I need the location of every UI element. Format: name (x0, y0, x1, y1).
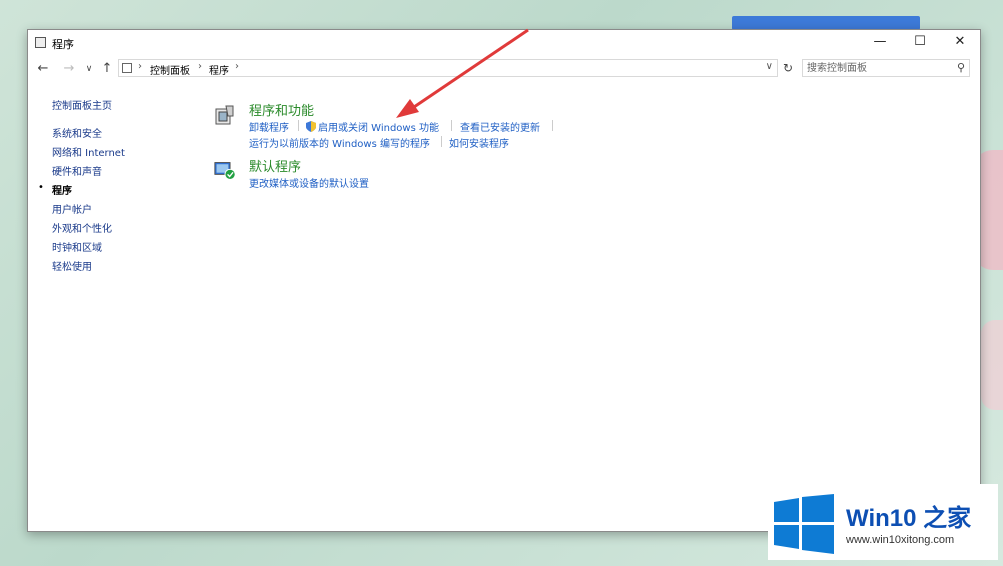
default-programs-icon (214, 162, 236, 180)
task-windows-features[interactable]: 启用或关闭 Windows 功能 (306, 119, 439, 134)
task-run-older-programs[interactable]: 运行为以前版本的 Windows 编写的程序 (249, 135, 430, 150)
link-divider (441, 136, 442, 147)
current-item-bullet: • (38, 182, 44, 193)
nav-item-system-security[interactable]: 系统和安全 (52, 125, 102, 140)
address-bar[interactable]: › 控制面板 › 程序 › ∨ (118, 59, 778, 77)
uac-shield-icon (306, 121, 316, 132)
brand-name: Win10 之家 (846, 505, 972, 532)
control-panel-home-link[interactable]: 控制面板主页 (52, 97, 112, 112)
control-panel-window: 程序 — ☐ ✕ ← → ∨ ↑ › 控制面板 › 程序 › ∨ ↻ ⚲ 控制面… (27, 29, 981, 532)
close-button[interactable]: ✕ (940, 30, 980, 55)
link-divider (451, 120, 452, 131)
maximize-button[interactable]: ☐ (900, 30, 940, 55)
nav-item-programs: 程序 (52, 186, 72, 197)
title-bar[interactable]: 程序 — ☐ ✕ (28, 30, 980, 55)
nav-item-user-accounts[interactable]: 用户帐户 (52, 201, 92, 216)
back-button[interactable]: ← (34, 59, 52, 79)
brand-url: www.win10xitong.com (846, 534, 955, 546)
breadcrumb-programs[interactable]: 程序 (209, 62, 229, 77)
programs-features-icon (215, 105, 234, 125)
forward-button[interactable]: → (60, 59, 78, 79)
nav-item-network-internet[interactable]: 网络和 Internet (52, 144, 125, 159)
nav-item-ease-of-access[interactable]: 轻松使用 (52, 258, 92, 273)
task-view-installed-updates[interactable]: 查看已安装的更新 (460, 119, 540, 134)
category-title-programs-features[interactable]: 程序和功能 (249, 100, 314, 119)
address-dropdown-button[interactable]: ∨ (766, 61, 773, 72)
breadcrumb-separator: › (138, 61, 142, 72)
background-window-titlebar (732, 16, 920, 30)
window-title: 程序 (52, 38, 74, 51)
task-windows-features-label: 启用或关闭 Windows 功能 (318, 123, 439, 134)
task-uninstall-program[interactable]: 卸载程序 (249, 119, 289, 134)
recent-locations-button[interactable]: ∨ (80, 59, 98, 79)
link-divider (552, 120, 553, 131)
breadcrumb-separator: › (235, 61, 239, 72)
search-box[interactable]: ⚲ (802, 59, 970, 77)
task-change-default-settings[interactable]: 更改媒体或设备的默认设置 (249, 175, 369, 190)
win10-watermark: Win10 之家 www.win10xitong.com (768, 484, 998, 560)
navigation-bar: ← → ∨ ↑ › 控制面板 › 程序 › ∨ ↻ ⚲ (28, 58, 980, 80)
nav-item-hardware-sound[interactable]: 硬件和声音 (52, 163, 102, 178)
control-panel-icon (35, 37, 46, 48)
search-input[interactable] (807, 61, 947, 75)
up-button[interactable]: ↑ (98, 59, 116, 79)
breadcrumb-control-panel[interactable]: 控制面板 (150, 62, 190, 77)
task-how-to-install[interactable]: 如何安装程序 (449, 135, 509, 150)
nav-item-clock-region[interactable]: 时钟和区域 (52, 239, 102, 254)
breadcrumb-separator: › (198, 61, 202, 72)
category-title-default-programs[interactable]: 默认程序 (249, 156, 301, 175)
refresh-button[interactable]: ↻ (778, 59, 798, 77)
link-divider (298, 120, 299, 131)
desktop-wallpaper-accent (981, 320, 1003, 410)
control-panel-icon (122, 63, 132, 73)
windows-logo-icon (774, 494, 834, 554)
nav-item-appearance[interactable]: 外观和个性化 (52, 220, 112, 235)
minimize-button[interactable]: — (860, 30, 900, 55)
search-icon[interactable]: ⚲ (957, 61, 965, 74)
